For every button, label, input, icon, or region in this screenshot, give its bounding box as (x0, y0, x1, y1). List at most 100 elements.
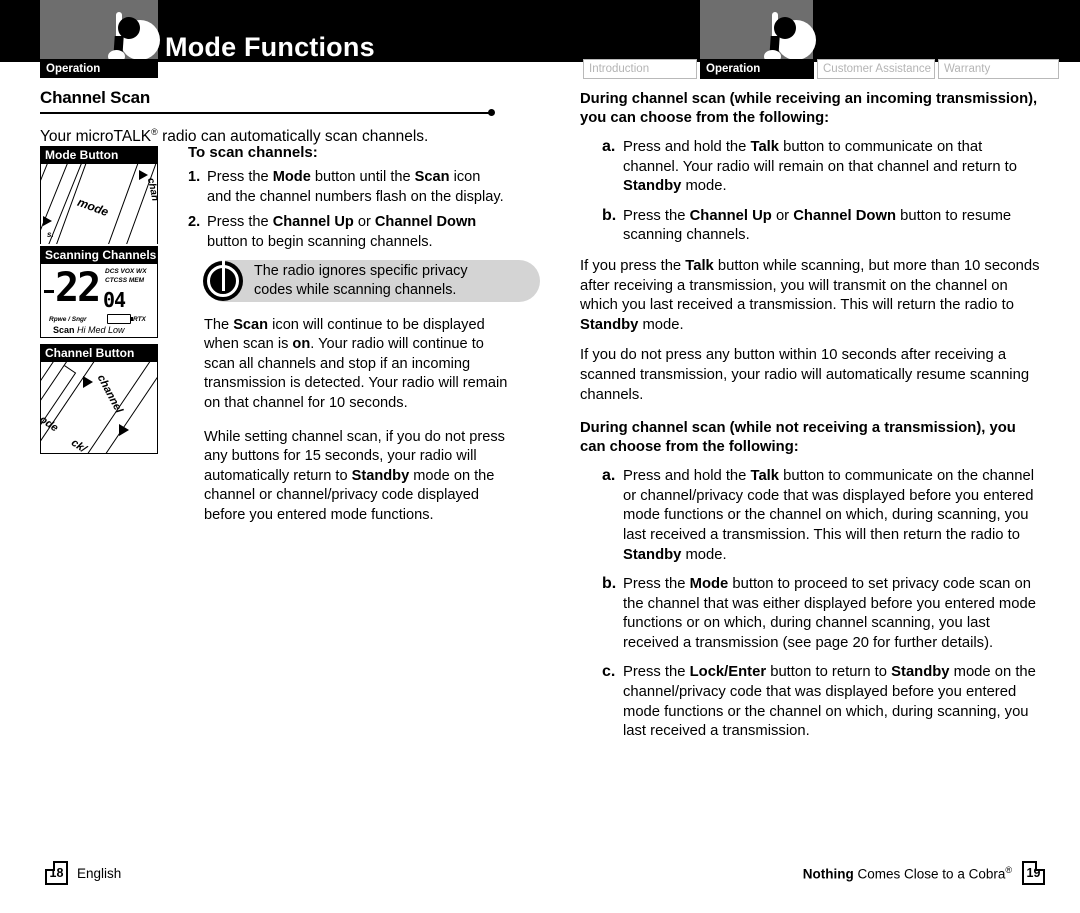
step-number: 1. (188, 169, 201, 186)
tab-customer-assistance[interactable]: Customer Assistance (817, 59, 935, 79)
ritem1-text-0: Press and hold the (623, 139, 751, 155)
ritem2-text-0: Press the (623, 207, 690, 224)
step-item: 1. Press the Mode button until the Scan i… (188, 168, 508, 207)
right-paragraph: If you do not press any button within 10… (580, 346, 1040, 405)
power-icon-bar (221, 257, 225, 291)
page-title: Mode Functions (165, 32, 375, 62)
tab-operation[interactable]: Operation (700, 59, 814, 79)
rule-line (40, 112, 492, 114)
art-triangle-down-icon (119, 424, 129, 436)
ritem8-bold-1: Lock/Enter (689, 664, 767, 681)
art-label-chan: chan (144, 176, 157, 203)
lcd-scan-row: Scan Hi Med Low (53, 325, 125, 335)
ritem6-text-4: mode. (681, 546, 727, 563)
right-item-letter: a. (602, 467, 616, 485)
right-paragraph: If you press the Talk button while scann… (580, 257, 1040, 335)
footer-tagline-rest: Comes Close to a Cobra (853, 866, 1006, 882)
footer-language-label: English (77, 865, 122, 881)
ritem8-bold-3: Standby (891, 664, 950, 681)
callout-line-1: The radio ignores specific privacy (254, 263, 468, 280)
lcd-power-levels: Hi Med Low (77, 325, 125, 335)
art-label-s: s. (47, 230, 54, 239)
rblk3-bold-3: Standby (580, 316, 639, 333)
ritem2-text-2: or (771, 207, 794, 224)
figure-mode-button: Mode Button mode chan s. (40, 146, 158, 244)
step-text: Press the Channel Up or Channel Down but… (207, 213, 508, 252)
right-item-text: Press the Lock/Enter button to return to… (623, 663, 1040, 741)
right-item-text: Press and hold the Talk button to commun… (623, 467, 1040, 565)
ritem2-bold-3: Channel Down (793, 207, 896, 224)
right-item-letter: a. (602, 138, 616, 155)
step1-text-0: Press the (207, 214, 273, 231)
step0-text-2: button until the (310, 169, 415, 186)
figure-caption-channel-button: Channel Button (41, 345, 157, 362)
logo-circle (118, 17, 160, 60)
ritem6-text-0: Press and hold the (623, 468, 751, 485)
step0-text-0: Press the (207, 169, 273, 186)
lcd-scan-label: Scan (53, 325, 75, 335)
logo-circle (774, 17, 816, 60)
ritem6-bold-3: Standby (623, 546, 682, 563)
step1-text-4: button to begin scanning channels. (207, 233, 433, 250)
page-corner-fold (45, 861, 55, 871)
footer-registered-mark: ® (1005, 864, 1012, 875)
lpara0-text-0: The (204, 317, 234, 333)
footer-tagline-bold: Nothing (802, 866, 854, 882)
rblk4-text-0: If you do not press any button within 10… (580, 347, 1030, 403)
art-triangle-left-icon (43, 216, 52, 226)
footer-tagline: Nothing Comes Close to a Cobra® (803, 865, 1012, 882)
step-text: Press the Mode button until the Scan ico… (207, 168, 508, 207)
right-item-letter: b. (602, 575, 617, 593)
ritem8-text-0: Press the (623, 664, 690, 681)
right-heading: During channel scan (while receiving an … (580, 90, 1040, 128)
lcd-rtx: RTX (133, 316, 146, 323)
tab-introduction[interactable]: Introduction (583, 59, 697, 79)
rblk0-bold-0: During channel scan (while receiving an … (580, 91, 1038, 126)
figure-scanning-channels: Scanning Channels 22 04 DCS VOX WX CTCSS… (40, 246, 158, 338)
right-list-item: a. Press and hold the Talk button to comm… (580, 138, 1040, 197)
figure-art-channel-button: channel ode ck/ (41, 362, 157, 453)
rule-end-dot (488, 109, 495, 116)
step1-bold-3: Channel Down (374, 214, 477, 231)
footer-right: Nothing Comes Close to a Cobra® 19 (803, 861, 1045, 885)
page-number-box-left: 18 (45, 861, 68, 885)
ritem8-text-2: button to return to (766, 664, 892, 681)
rblk3-text-4: mode. (638, 316, 684, 333)
lcd-code-number: 04 (103, 288, 126, 312)
page-corner-fold (1035, 861, 1045, 871)
left-column: Channel Scan Your microTALK® radio can a… (40, 88, 540, 523)
footer-left: 18 English (45, 861, 121, 885)
right-heading: During channel scan (while not receiving… (580, 419, 1040, 457)
right-list-item: a. Press and hold the Talk button to comm… (580, 467, 1040, 565)
lpara0-bold-1: Scan (233, 317, 269, 333)
section-heading: Channel Scan (40, 88, 151, 107)
section-tab-bar: Introduction Operation Customer Assistan… (583, 59, 1059, 79)
figure-art-lcd: 22 04 DCS VOX WX CTCSS MEM Rpwe / Sngr R… (41, 264, 157, 336)
registered-mark: ® (151, 127, 158, 137)
lcd-indicators-row1: DCS VOX WX (105, 268, 147, 275)
ritem2-bold-1: Channel Up (689, 207, 772, 224)
right-list-item: c. Press the Lock/Enter button to return … (580, 663, 1040, 741)
lcd-meter-row: Rpwe / Sngr (49, 316, 87, 323)
lcd-tick (44, 290, 54, 293)
rblk5-bold-0: During channel scan (while not receiving… (580, 420, 1016, 456)
steps-list: 1. Press the Mode button until the Scan i… (188, 168, 508, 252)
art-triangle-up-icon (139, 170, 148, 180)
ritem1-bold-3: Standby (623, 178, 682, 195)
ritem6-bold-1: Talk (750, 468, 780, 485)
step0-bold-1: Mode (272, 169, 311, 186)
right-list-item: b. Press the Channel Up or Channel Down b… (580, 207, 1040, 246)
rblk3-text-0: If you press the (580, 257, 686, 274)
lcd-battery-icon (107, 314, 133, 324)
section-rule (40, 109, 495, 117)
ritem7-text-0: Press the (623, 576, 690, 593)
step1-bold-1: Channel Up (272, 214, 354, 231)
left-paragraphs: The Scan icon will continue to be displa… (204, 316, 516, 540)
figure-caption-mode-button: Mode Button (41, 147, 157, 164)
lcd-channel-number: 22 (55, 265, 101, 311)
ritem1-text-4: mode. (681, 178, 727, 195)
figure-art-mode-button: mode chan s. (41, 164, 157, 244)
section-tab-operation-left: Operation (40, 59, 158, 78)
left-paragraph: While setting channel scan, if you do no… (204, 428, 516, 525)
tab-warranty[interactable]: Warranty (938, 59, 1059, 79)
